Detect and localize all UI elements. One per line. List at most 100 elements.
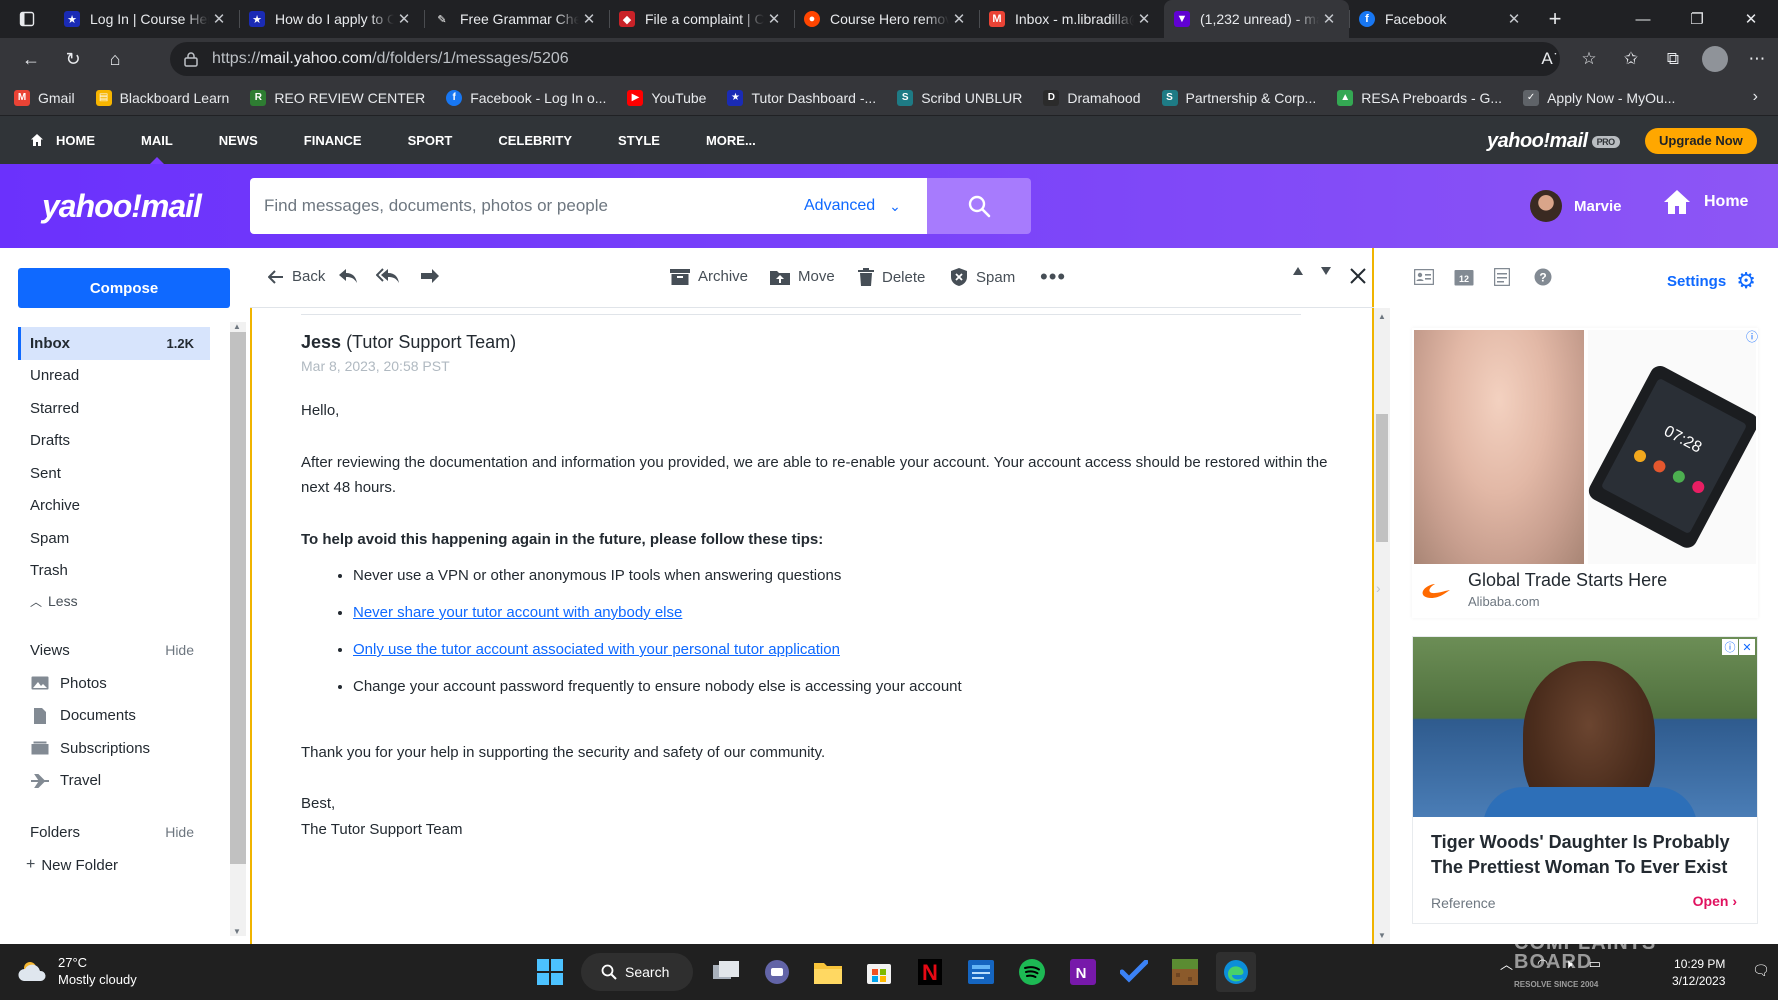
compose-button[interactable]: Compose [18, 268, 230, 308]
bookmark-partnership[interactable]: S Partnership & Corp... [1161, 89, 1316, 106]
nav-mail[interactable]: MAIL [141, 116, 173, 164]
weather-widget[interactable]: 27°C Mostly cloudy [18, 954, 137, 988]
spotify-icon[interactable] [1012, 952, 1052, 992]
move-button[interactable]: Move [770, 268, 835, 285]
message-scrollbar[interactable]: ▲ ▼ [1374, 308, 1390, 944]
more-options-icon[interactable]: ⋯ [1736, 49, 1778, 69]
collapse-rail-icon[interactable]: › [1376, 580, 1381, 596]
scrollbar-thumb[interactable] [1376, 414, 1388, 542]
read-aloud-icon[interactable]: A͘ [1526, 49, 1568, 69]
favorites-icon[interactable]: ✩ [1610, 49, 1652, 69]
close-icon[interactable]: ✕ [394, 10, 414, 28]
folder-trash[interactable]: Trash [18, 555, 210, 588]
bookmark-resa[interactable]: ▲ RESA Preboards - G... [1337, 89, 1502, 106]
scroll-up-icon[interactable]: ▲ [233, 322, 241, 331]
settings-button[interactable]: Settings ⚙ [1667, 268, 1756, 294]
browser-tab-active[interactable]: ▼ (1,232 unread) - marvie✕ [1164, 0, 1349, 38]
view-subscriptions[interactable]: Subscriptions [18, 732, 210, 765]
nav-sport[interactable]: SPORT [408, 116, 453, 164]
browser-tab[interactable]: M Inbox - m.libradilla@gmail.com✕ [979, 0, 1164, 38]
browser-tab[interactable]: ★ How do I apply to Course Hero✕ [239, 0, 424, 38]
view-photos[interactable]: Photos [18, 667, 210, 700]
back-arrow-icon[interactable]: ← [10, 38, 52, 80]
profile-avatar[interactable] [1702, 46, 1728, 72]
home-link[interactable]: Home [1662, 188, 1748, 216]
browser-tab[interactable]: ● Course Hero removed my account✕ [794, 0, 979, 38]
todo-icon[interactable] [1114, 952, 1154, 992]
advanced-search-toggle[interactable]: Advanced ⌄ [804, 197, 901, 215]
previous-message-icon[interactable] [1292, 266, 1304, 276]
folder-archive[interactable]: Archive [18, 490, 210, 523]
next-message-icon[interactable] [1320, 266, 1332, 276]
chevron-up-icon[interactable]: ︿ [1500, 954, 1513, 973]
clock[interactable]: 10:29 PM 3/12/2023 [1672, 956, 1725, 990]
nav-news[interactable]: NEWS [219, 116, 258, 164]
spam-button[interactable]: Spam [950, 268, 1015, 286]
ad-info-icon[interactable]: ⓘ [1722, 639, 1738, 655]
url-field[interactable]: https://mail.yahoo.com/d/folders/1/messa… [170, 42, 1560, 76]
less-toggle[interactable]: ︿ Less [18, 587, 210, 615]
ad-close-icon[interactable]: ✕ [1739, 639, 1755, 655]
help-icon[interactable]: ? [1534, 266, 1574, 288]
close-icon[interactable]: ✕ [949, 10, 969, 28]
archive-button[interactable]: Archive [670, 268, 748, 285]
user-menu[interactable]: Marvie [1530, 190, 1622, 222]
minimize-icon[interactable]: — [1616, 0, 1670, 38]
reload-icon[interactable]: ↻ [52, 38, 94, 80]
file-explorer-icon[interactable] [808, 952, 848, 992]
taskbar-search[interactable]: Search [581, 953, 693, 991]
edge-browser-icon[interactable] [1216, 952, 1256, 992]
browser-tab[interactable]: f Facebook ✕ [1349, 0, 1534, 38]
close-icon[interactable]: ✕ [1319, 10, 1339, 28]
close-icon[interactable]: ✕ [579, 10, 599, 28]
tab-actions-icon[interactable] [0, 0, 54, 38]
close-icon[interactable]: ✕ [1134, 10, 1154, 28]
message-sender[interactable]: Jess (Tutor Support Team) [301, 332, 516, 353]
browser-tab[interactable]: ★ Log In | Course Hero ✕ [54, 0, 239, 38]
view-documents[interactable]: Documents [18, 700, 210, 733]
folder-sent[interactable]: Sent [18, 457, 210, 490]
chevron-right-icon[interactable]: › [1753, 88, 1758, 106]
netflix-icon[interactable]: N [910, 952, 950, 992]
tip-link[interactable]: Only use the tutor account associated wi… [353, 641, 840, 658]
news-app-icon[interactable] [961, 952, 1001, 992]
nav-finance[interactable]: FINANCE [304, 116, 362, 164]
contacts-icon[interactable] [1414, 266, 1454, 288]
task-view-icon[interactable] [706, 952, 746, 992]
new-folder-button[interactable]: + New Folder [18, 849, 210, 882]
minecraft-icon[interactable] [1165, 952, 1205, 992]
folder-drafts[interactable]: Drafts [18, 425, 210, 458]
bookmark-tutor-dashboard[interactable]: ★ Tutor Dashboard -... [727, 89, 876, 106]
nav-style[interactable]: STYLE [618, 116, 660, 164]
scrollbar-thumb[interactable] [230, 332, 246, 864]
scroll-down-icon[interactable]: ▼ [1378, 931, 1386, 940]
search-button[interactable] [927, 178, 1031, 234]
ad-open-button[interactable]: Open › [1693, 893, 1737, 909]
scroll-down-icon[interactable]: ▼ [233, 927, 241, 936]
sidebar-scrollbar[interactable]: ▲ ▼ [230, 322, 246, 936]
bookmark-blackboard[interactable]: ▤ Blackboard Learn [95, 89, 229, 106]
teams-chat-icon[interactable] [757, 952, 797, 992]
reply-all-button[interactable] [376, 268, 400, 284]
reply-button[interactable] [338, 268, 358, 284]
add-favorite-icon[interactable]: ☆ [1568, 49, 1610, 69]
bookmark-reo[interactable]: R REO REVIEW CENTER [250, 89, 425, 106]
bookmark-facebook[interactable]: f Facebook - Log In o... [446, 89, 606, 106]
onenote-icon[interactable]: N [1063, 952, 1103, 992]
folder-starred[interactable]: Starred [18, 392, 210, 425]
browser-tab[interactable]: ◆ File a complaint | ComplaintsBoard✕ [609, 0, 794, 38]
ad-native[interactable]: ⓘ ✕ Tiger Woods' Daughter Is Probably Th… [1412, 636, 1758, 924]
nav-more[interactable]: MORE... [706, 116, 756, 164]
windows-start-icon[interactable] [530, 952, 570, 992]
nav-home[interactable]: HOME [30, 116, 95, 164]
bookmark-gmail[interactable]: M Gmail [14, 89, 75, 106]
bookmark-youtube[interactable]: ▶ YouTube [627, 89, 706, 106]
microsoft-store-icon[interactable] [859, 952, 899, 992]
notepad-icon[interactable] [1494, 266, 1534, 288]
bookmark-apply-now[interactable]: ✓ Apply Now - MyOu... [1523, 89, 1675, 106]
close-icon[interactable]: ✕ [1504, 10, 1524, 28]
folders-hide-button[interactable]: Hide [165, 824, 194, 840]
calendar-icon[interactable]: 12 [1454, 266, 1494, 288]
collections-icon[interactable]: ⧉ [1652, 49, 1694, 69]
search-input[interactable] [264, 196, 804, 216]
